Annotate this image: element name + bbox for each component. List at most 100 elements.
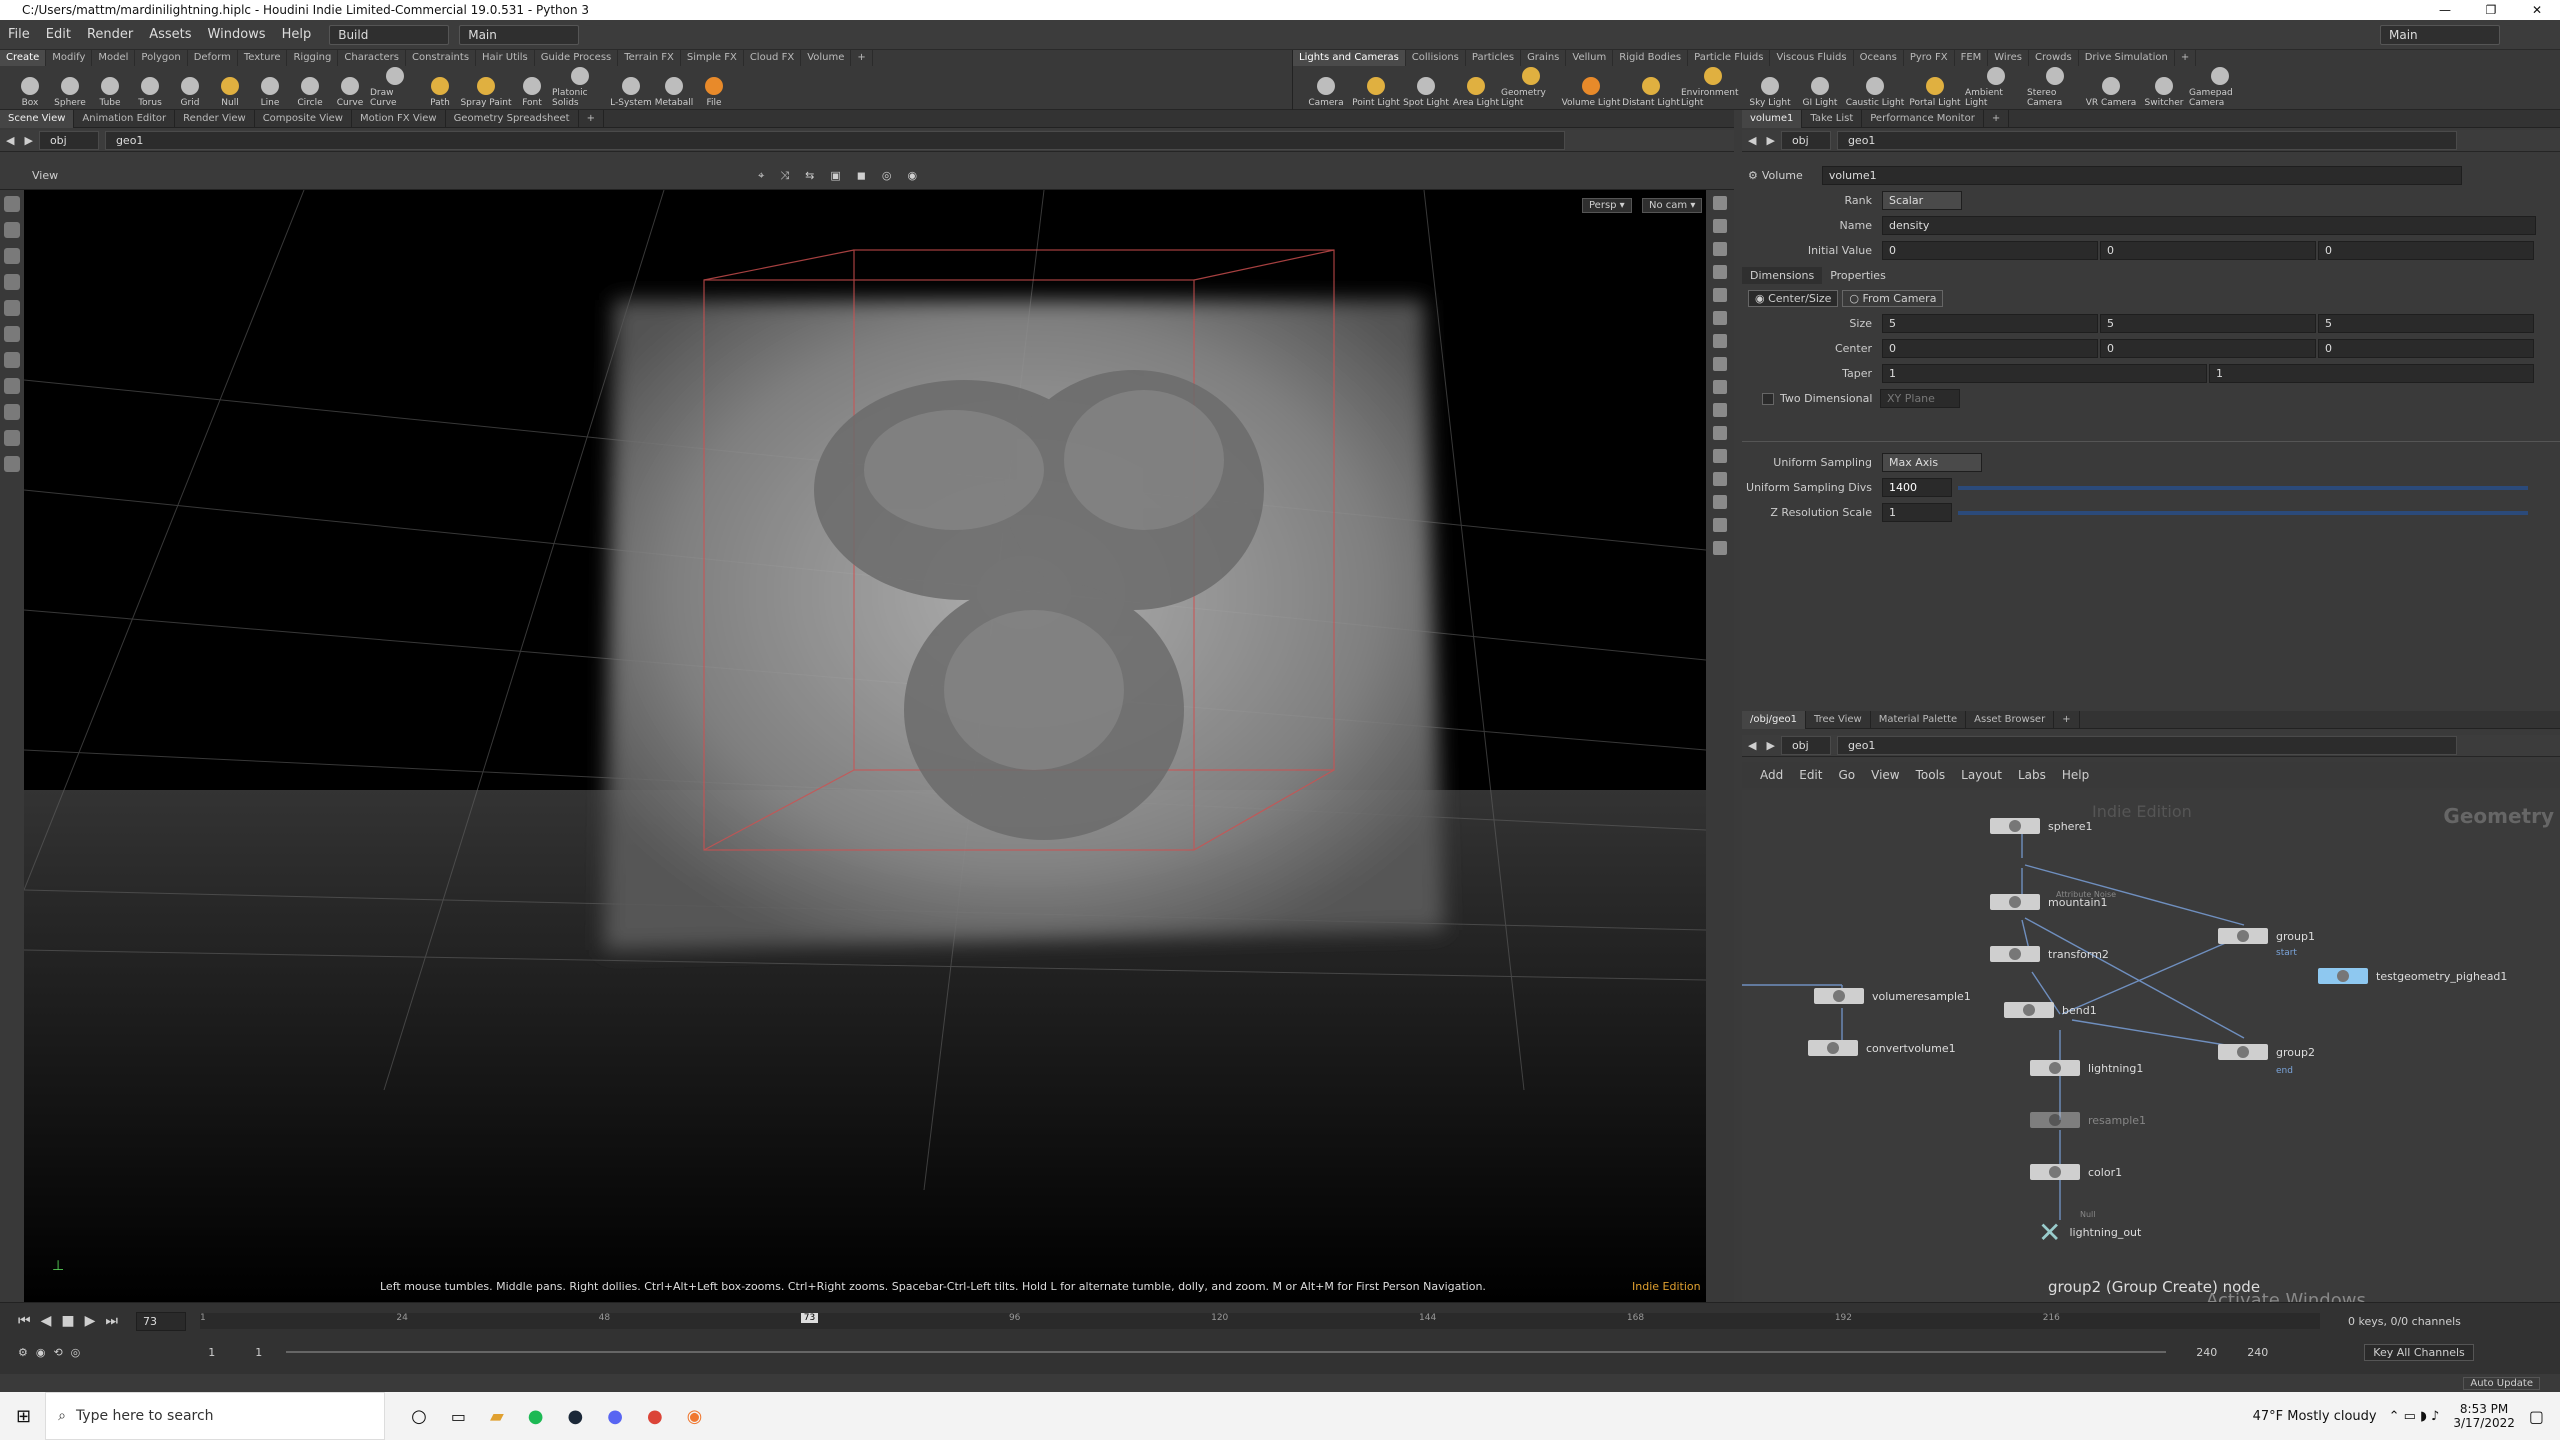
tab-scene-view[interactable]: Scene View [0, 109, 75, 128]
tool-volume-light[interactable]: Volume Light [1561, 77, 1621, 108]
back-arrow-icon[interactable]: ◀ [6, 134, 14, 147]
camera-tool-icon[interactable] [4, 430, 20, 446]
uniform-sampling-dropdown[interactable]: Max Axis [1882, 453, 1982, 472]
node-mountain1[interactable]: mountain1 [1990, 894, 2107, 910]
brush-tool-icon[interactable] [4, 352, 20, 368]
display-icon[interactable] [1713, 495, 1727, 509]
network-editor[interactable]: Indie Edition Geometry sphere1 Attribute… [1742, 790, 2560, 1311]
tool-spray-paint[interactable]: Spray Paint [460, 77, 512, 108]
shelf-tab[interactable]: Viscous Fluids [1770, 50, 1854, 66]
node-convertvolume1[interactable]: convertvolume1 [1808, 1040, 1956, 1056]
handle-tool-icon[interactable] [4, 326, 20, 342]
net-menu-view[interactable]: View [1871, 768, 1899, 782]
menu-help[interactable]: Help [274, 27, 320, 42]
tool-area-light[interactable]: Area Light [1451, 77, 1501, 108]
ghost-icon[interactable]: ◼ [857, 169, 866, 183]
shelf-tab[interactable]: Wires [1988, 50, 2029, 66]
network-dropdown[interactable]: Main [459, 24, 580, 45]
initial-value-z[interactable]: 0 [2318, 241, 2534, 260]
tool-geometry-light[interactable]: Geometry Light [1501, 67, 1561, 108]
path-segment-geo1[interactable]: geo1 [1836, 736, 2457, 755]
shelf-tab[interactable]: Vellum [1566, 50, 1614, 66]
tool-lsystem[interactable]: L-System [608, 77, 654, 108]
back-arrow-icon[interactable]: ◀ [1748, 134, 1756, 147]
tool-point-light[interactable]: Point Light [1351, 77, 1401, 108]
shelf-tab[interactable]: Rigid Bodies [1613, 50, 1689, 66]
tab-render-view[interactable]: Render View [175, 109, 255, 128]
camera-dropdown[interactable]: No cam ▾ [1642, 198, 1703, 213]
net-menu-tools[interactable]: Tools [1916, 768, 1946, 782]
menu-assets[interactable]: Assets [141, 27, 199, 42]
current-frame-field[interactable]: 73 [135, 1311, 186, 1331]
tool-curve[interactable]: Curve [330, 77, 370, 108]
light-icon[interactable] [1713, 334, 1727, 348]
display-icon[interactable] [1713, 357, 1727, 371]
back-arrow-icon[interactable]: ◀ [1748, 739, 1756, 752]
shelf-tab[interactable]: Constraints [406, 50, 477, 66]
menu-edit[interactable]: Edit [38, 27, 79, 42]
add-shelf-tab-icon[interactable]: + [851, 50, 873, 66]
handle-icon[interactable]: ⇆ [805, 169, 814, 183]
shelf-tab[interactable]: Hair Utils [476, 50, 535, 66]
shelf-tab[interactable]: Particle Fluids [1688, 50, 1771, 66]
tool-line[interactable]: Line [250, 77, 290, 108]
display-icon[interactable] [1713, 541, 1727, 555]
tool-sky-light[interactable]: Sky Light [1745, 77, 1795, 108]
shelf-tab[interactable]: Cloud FX [744, 50, 802, 66]
z-resolution-slider[interactable] [1958, 510, 2528, 515]
menu-windows[interactable]: Windows [200, 27, 274, 42]
right-main-dropdown[interactable]: Main [2380, 24, 2500, 45]
center-x[interactable]: 0 [1882, 339, 2098, 358]
shelf-tab[interactable]: Guide Process [535, 50, 619, 66]
current-frame-marker[interactable]: 73 [800, 1313, 819, 1323]
rank-dropdown[interactable]: Scalar [1882, 191, 1962, 210]
shelf-tab[interactable]: Deform [188, 50, 238, 66]
sampling-divs-slider[interactable] [1958, 485, 2528, 490]
add-pane-tab-icon[interactable]: + [2054, 710, 2080, 729]
center-size-radio[interactable]: ◉ Center/Size [1748, 289, 1839, 307]
shelf-tab[interactable]: Particles [1466, 50, 1522, 66]
view-tool-icon[interactable] [4, 456, 20, 472]
forward-arrow-icon[interactable]: ▶ [1766, 134, 1774, 147]
tab-tree-view[interactable]: Tree View [1806, 710, 1871, 729]
tool-vr-camera[interactable]: VR Camera [2083, 77, 2139, 108]
end-frame-field[interactable]: 240 [2196, 1346, 2217, 1359]
tool-ambient-light[interactable]: Ambient Light [1965, 67, 2027, 108]
playback-options-icon[interactable]: ⚙◉⟲◎ [18, 1346, 88, 1359]
timeline-scrubber[interactable]: 1 24 48 73 96 120 144 168 192 216 [199, 1313, 2320, 1329]
notification-icon[interactable]: ▢ [2529, 1407, 2544, 1426]
display-icon[interactable] [1713, 449, 1727, 463]
display-icon[interactable]: ▣ [830, 169, 840, 183]
initial-value-x[interactable]: 0 [1882, 241, 2098, 260]
clock-date[interactable]: 3/17/2022 [2453, 1416, 2515, 1430]
node-lightning-out[interactable]: ✕ lightning_out [2038, 1216, 2141, 1249]
node-testgeometry[interactable]: testgeometry_pighead1 [2318, 968, 2507, 984]
shelf-tab[interactable]: Pyro FX [1904, 50, 1955, 66]
size-z[interactable]: 5 [2318, 314, 2534, 333]
select-tool-icon[interactable] [4, 196, 20, 212]
forward-arrow-icon[interactable]: ▶ [24, 134, 32, 147]
tool-env-light[interactable]: Environment Light [1681, 67, 1745, 108]
playback-controls-icon[interactable]: ⏮◀■▶⏭ [18, 1313, 128, 1329]
z-resolution-field[interactable]: 1 [1882, 503, 1952, 522]
tab-network-geo1[interactable]: /obj/geo1 [1742, 710, 1806, 729]
tool-draw-curve[interactable]: Draw Curve [370, 67, 420, 108]
shelf-tab[interactable]: Oceans [1854, 50, 1904, 66]
shelf-tab[interactable]: Rigging [287, 50, 339, 66]
scale-tool-icon[interactable] [4, 274, 20, 290]
tab-take-list[interactable]: Take List [1802, 109, 1863, 128]
tool-null[interactable]: Null [210, 77, 250, 108]
weather-text[interactable]: 47°F Mostly cloudy [2253, 1409, 2377, 1424]
tool-box[interactable]: Box [10, 77, 50, 108]
clock-time[interactable]: 8:53 PM [2460, 1402, 2508, 1416]
net-menu-go[interactable]: Go [1838, 768, 1855, 782]
tool-grid[interactable]: Grid [170, 77, 210, 108]
node-group1[interactable]: group1 [2218, 928, 2315, 944]
discord-icon[interactable]: ● [607, 1406, 623, 1427]
tool-font[interactable]: Font [512, 77, 552, 108]
path-segment-obj[interactable]: obj [38, 131, 99, 150]
forward-arrow-icon[interactable]: ▶ [1766, 739, 1774, 752]
tool-switcher[interactable]: Switcher [2139, 77, 2189, 108]
net-menu-help[interactable]: Help [2062, 768, 2089, 782]
node-volumeresample1[interactable]: volumeresample1 [1814, 988, 1971, 1004]
